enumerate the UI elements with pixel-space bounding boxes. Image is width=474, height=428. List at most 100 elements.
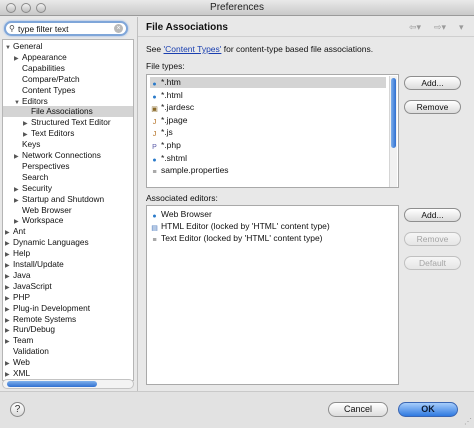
clear-icon[interactable]: × <box>114 24 123 33</box>
tree-item[interactable]: Perspectives <box>3 161 133 172</box>
associated-editors-list[interactable]: ● Web Browser ▤ HTML Editor (locked by 'HTM… <box>146 205 399 385</box>
add-editor-button[interactable]: Add... <box>404 208 461 222</box>
tree-item[interactable]: Web Browser <box>3 205 133 216</box>
editor-label: Text Editor (locked by 'HTML' content ty… <box>161 233 323 243</box>
file-type-item[interactable]: J *.jpage <box>150 115 386 126</box>
file-type-label: *.jpage <box>161 114 188 125</box>
back-arrow-icon[interactable]: ⇦▾ <box>409 22 421 33</box>
tree-item[interactable]: ▼ General <box>3 41 133 52</box>
jar-file-icon: ▣ <box>151 106 158 114</box>
file-type-label: *.html <box>161 89 183 100</box>
tree-item[interactable]: ▶ Security <box>3 183 133 194</box>
editor-item[interactable]: ▤ HTML Editor (locked by 'HTML' content t… <box>150 221 330 232</box>
tree-item-label: Content Types <box>22 84 76 95</box>
tree-item[interactable]: ▶ Network Connections <box>3 150 133 161</box>
tree-item-label: Team <box>13 335 34 346</box>
tree-item[interactable]: Validation <box>3 346 133 357</box>
tree-item[interactable]: ▶ Remote Systems <box>3 314 133 325</box>
view-menu-icon[interactable]: ▾ <box>459 22 464 33</box>
tree-item[interactable]: ▶ Startup and Shutdown <box>3 194 133 205</box>
tree-item-label: Security <box>22 182 52 193</box>
cancel-button[interactable]: Cancel <box>328 402 388 417</box>
tree-item-label: Search <box>22 171 49 182</box>
tree-item[interactable]: Keys <box>3 139 133 150</box>
tree-item[interactable]: ▶ Java <box>3 270 133 281</box>
file-type-item[interactable]: ● *.html <box>150 90 386 101</box>
tree-item[interactable]: ▶ XML <box>3 368 133 379</box>
file-types-list[interactable]: ● *.htm ● *.html ▣ *.jardesc J *.jpage J *.js P *.p… <box>146 74 399 188</box>
file-types-label: File types: <box>146 61 185 71</box>
resize-grip-icon[interactable]: ⋰ <box>464 417 472 426</box>
tree-item-label: Run/Debug <box>13 324 55 335</box>
tree-item[interactable]: Compare/Patch <box>3 74 133 85</box>
tree-item[interactable]: ▶ Ant <box>3 226 133 237</box>
close-window-button[interactable] <box>6 3 16 13</box>
tree-item-label: Capabilities <box>22 62 65 73</box>
tree-horizontal-scrollbar[interactable] <box>2 379 134 389</box>
file-type-label: *.htm <box>161 77 181 87</box>
tree-item[interactable]: ▶ Structured Text Editor <box>3 117 133 128</box>
tree-item[interactable]: ▶ Dynamic Languages <box>3 237 133 248</box>
tree-item[interactable]: ▶ Web <box>3 357 133 368</box>
search-icon: ⚲ <box>9 24 15 33</box>
add-file-type-button[interactable]: Add... <box>404 76 461 90</box>
tree-item[interactable]: Capabilities <box>3 63 133 74</box>
content-types-link[interactable]: 'Content Types' <box>164 44 222 54</box>
file-type-item[interactable]: ▣ *.jardesc <box>150 102 386 113</box>
tree-item[interactable]: ▶ Team <box>3 335 133 346</box>
tree-item[interactable]: File Associations <box>3 106 133 118</box>
file-type-item[interactable]: ● *.htm <box>150 77 386 88</box>
tree-item[interactable]: ▶ Text Editors <box>3 128 133 139</box>
filter-search-box[interactable]: ⚲ × <box>4 21 128 36</box>
remove-file-type-button[interactable]: Remove <box>404 100 461 114</box>
tree-item[interactable]: ▶ Appearance <box>3 52 133 63</box>
tree-item[interactable]: ▶ Install/Update <box>3 259 133 270</box>
default-editor-button[interactable]: Default <box>404 256 461 270</box>
file-type-label: *.js <box>161 127 173 138</box>
js-file-icon: J <box>152 131 157 139</box>
preference-navigation-pane: ⚲ × ▼General▶AppearanceCapabilitiesCompa… <box>0 17 136 391</box>
tree-item[interactable]: ▶ Plug-in Development <box>3 303 133 314</box>
globe-file-icon: ● <box>152 156 157 164</box>
globe-icon: ● <box>152 213 157 220</box>
editor-label: Web Browser <box>161 209 212 219</box>
minimize-window-button[interactable] <box>21 3 31 13</box>
file-type-label: sample.properties <box>161 165 229 176</box>
scrollbar-thumb[interactable] <box>391 78 396 148</box>
editor-item[interactable]: ≡ Text Editor (locked by 'HTML' content t… <box>150 233 323 244</box>
file-type-item[interactable]: ● *.shtml <box>150 153 386 164</box>
forward-arrow-icon[interactable]: ⇨▾ <box>434 22 446 33</box>
page-header: File Associations ⇦▾ ⇨▾ ▾ <box>138 17 474 37</box>
php-file-icon: P <box>152 144 157 151</box>
tree-item-label: Web <box>13 357 30 368</box>
file-types-scrollbar[interactable] <box>389 76 397 187</box>
tree-item[interactable]: ▶ JavaScript <box>3 281 133 292</box>
text-file-icon: ≡ <box>152 237 157 244</box>
preference-tree[interactable]: ▼ General ▶ Appearance Capabilities Compare/P… <box>2 39 134 381</box>
tree-item[interactable]: ▶ PHP <box>3 292 133 303</box>
filter-input[interactable] <box>18 23 116 34</box>
editor-item[interactable]: ● Web Browser <box>150 209 212 220</box>
ok-button[interactable]: OK <box>398 402 458 417</box>
tree-item[interactable]: Search <box>3 172 133 183</box>
file-type-item[interactable]: P *.php <box>150 140 386 151</box>
help-icon[interactable]: ? <box>10 402 25 417</box>
globe-file-icon: ● <box>152 93 157 101</box>
tree-item-label: Perspectives <box>22 160 70 171</box>
remove-editor-button[interactable]: Remove <box>404 232 461 246</box>
tree-item-label: Web Browser <box>22 204 72 215</box>
tree-item[interactable]: Content Types <box>3 85 133 96</box>
page-title: File Associations <box>146 22 228 33</box>
file-type-item[interactable]: ≡ sample.properties <box>150 165 386 176</box>
tree-item[interactable]: ▼ Editors <box>3 96 133 107</box>
tree-item[interactable]: ▶ Help <box>3 248 133 259</box>
zoom-window-button[interactable] <box>36 3 46 13</box>
tree-item[interactable]: ▶ Workspace <box>3 215 133 226</box>
scrollbar-thumb[interactable] <box>7 381 97 387</box>
file-type-item[interactable]: J *.js <box>150 127 386 138</box>
file-type-label: *.jardesc <box>161 102 195 113</box>
description-suffix: for content-type based file associations… <box>221 44 374 54</box>
tree-item-label: Startup and Shutdown <box>22 193 105 204</box>
tree-item-label: Help <box>13 248 31 259</box>
tree-item[interactable]: ▶ Run/Debug <box>3 324 133 335</box>
